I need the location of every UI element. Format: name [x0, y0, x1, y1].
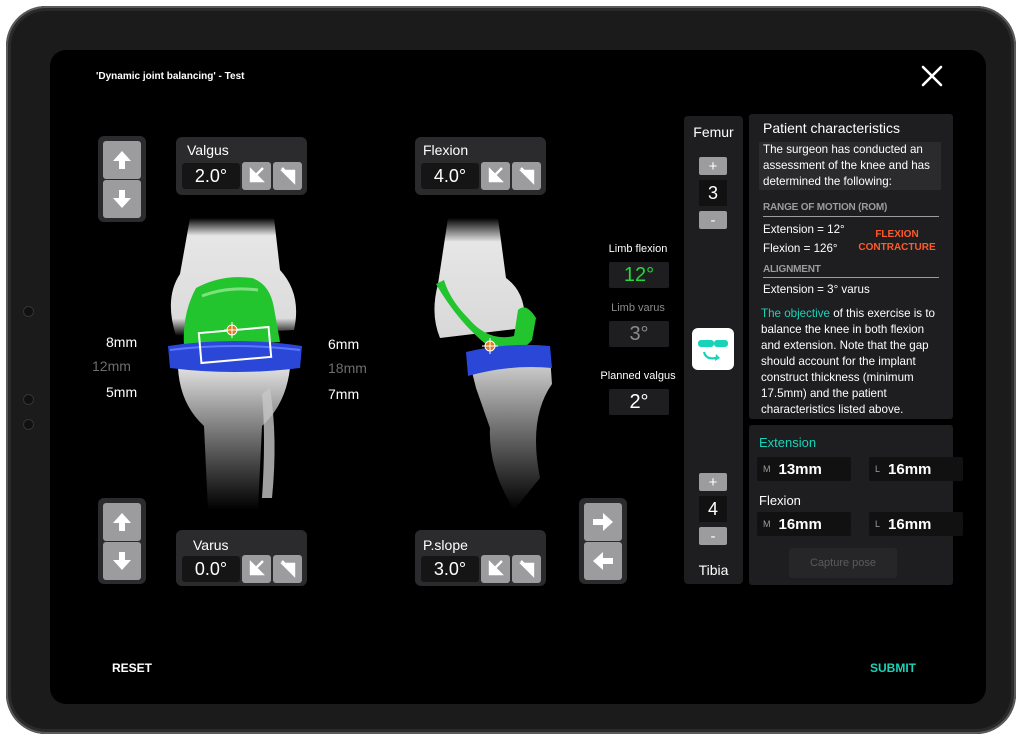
side-sensor — [24, 395, 33, 404]
close-icon — [921, 65, 943, 87]
rotate-ccw-icon — [488, 167, 504, 183]
gap-right-total: 18mm — [328, 360, 367, 376]
gap-left-top: 8mm — [106, 334, 138, 350]
patient-characteristics-panel: Patient characteristics The surgeon has … — [749, 114, 953, 419]
arrow-up-icon — [113, 151, 131, 169]
rotate-ccw-icon — [249, 560, 265, 576]
pslope-label: P.slope — [423, 537, 468, 553]
flexion-label: Flexion — [423, 142, 469, 158]
tibia-minus-button[interactable]: - — [699, 527, 727, 545]
gap-left-total: 12mm — [92, 358, 131, 374]
limb-varus-label: Limb varus — [611, 302, 665, 314]
arrow-up-icon — [113, 513, 131, 531]
femur-label: Femur — [693, 124, 734, 140]
pslope-decrease-button[interactable] — [481, 555, 510, 583]
limb-flexion-label: Limb flexion — [608, 243, 668, 255]
femur-plus-button[interactable]: + — [699, 157, 727, 175]
flexion-control: Flexion 4.0° — [415, 137, 546, 195]
translate-vertical-bottom — [98, 498, 146, 584]
valgus-decrease-button[interactable] — [242, 162, 271, 190]
valgus-value: 2.0° — [182, 163, 240, 189]
translate-vertical-top — [98, 136, 146, 222]
arrow-right-icon — [593, 513, 613, 531]
move-right-button[interactable] — [584, 503, 622, 541]
valgus-label: Valgus — [187, 142, 229, 158]
capture-pose-button[interactable]: Capture pose — [789, 548, 897, 578]
limb-varus-value: 3° — [609, 321, 669, 347]
rom-flexion: Flexion = 126° — [763, 242, 838, 255]
valgus-control: Valgus 2.0° — [176, 137, 307, 195]
extension-lateral: L 16mm — [869, 457, 963, 481]
flexion-contracture-tag: FLEXION CONTRACTURE — [858, 229, 936, 253]
valgus-increase-button[interactable] — [273, 162, 302, 190]
pslope-control: P.slope 3.0° — [415, 530, 546, 586]
side-sensor — [24, 420, 33, 429]
tibia-label: Tibia — [698, 562, 729, 578]
pslope-increase-button[interactable] — [512, 555, 541, 583]
patient-title: Patient characteristics — [763, 120, 900, 136]
device-bezel: 'Dynamic joint balancing' - Test Valgus … — [6, 6, 1016, 734]
tibia-plus-button[interactable]: + — [699, 473, 727, 491]
varus-decrease-button[interactable] — [242, 555, 271, 583]
femur-value: 3 — [699, 180, 727, 206]
patient-intro: The surgeon has conducted an assessment … — [763, 143, 930, 188]
move-up-button[interactable] — [103, 503, 141, 541]
varus-value: 0.0° — [182, 556, 240, 582]
submit-button[interactable]: SUBMIT — [870, 661, 916, 675]
knee-front-view[interactable] — [162, 218, 308, 510]
knee-flex-icon — [698, 340, 728, 361]
extension-heading: Extension — [759, 435, 817, 450]
rotate-ccw-icon — [249, 167, 265, 183]
varus-label: Varus — [193, 537, 229, 553]
translate-horizontal — [579, 498, 627, 584]
arrow-left-icon — [593, 552, 613, 570]
move-down-button[interactable] — [103, 542, 141, 580]
limb-flexion-value: 12° — [609, 262, 669, 288]
pslope-value: 3.0° — [421, 556, 479, 582]
rotate-cw-icon — [518, 560, 534, 578]
gap-left-bottom: 5mm — [106, 384, 138, 400]
flexion-value: 4.0° — [421, 163, 479, 189]
gap-right-top: 6mm — [328, 336, 360, 352]
rotate-cw-icon — [279, 167, 295, 185]
reset-button[interactable]: RESET — [112, 661, 152, 675]
move-down-button[interactable] — [103, 180, 141, 218]
arrow-down-icon — [113, 190, 131, 208]
extension-medial: M 13mm — [757, 457, 851, 481]
gap-measurements-panel: Extension M 13mm L 16mm Flexion M 16mm L 16m… — [749, 425, 963, 585]
view-toggle-button[interactable] — [692, 328, 734, 370]
alignment-heading: ALIGNMENT — [763, 264, 821, 275]
arrow-down-icon — [113, 552, 131, 570]
varus-increase-button[interactable] — [273, 555, 302, 583]
close-button[interactable] — [916, 60, 948, 92]
rom-heading: RANGE OF MOTION (ROM) — [763, 202, 888, 213]
window-title: 'Dynamic joint balancing' - Test — [96, 71, 245, 82]
objective-text: The objective of this exercise is to bal… — [761, 307, 935, 416]
flexion-increase-button[interactable] — [512, 162, 541, 190]
move-up-button[interactable] — [103, 141, 141, 179]
tibia-value: 4 — [699, 496, 727, 522]
move-left-button[interactable] — [584, 542, 622, 580]
varus-control: Varus 0.0° — [176, 530, 307, 586]
rotate-ccw-icon — [488, 560, 504, 576]
femur-minus-button[interactable]: - — [699, 211, 727, 229]
alignment-value: Extension = 3° varus — [763, 283, 870, 296]
flexion-lateral: L 16mm — [869, 512, 963, 536]
rotate-cw-icon — [279, 560, 295, 578]
femur-tibia-column: Femur + 3 - + 4 - Tibia — [684, 116, 743, 584]
knee-side-view[interactable] — [428, 218, 568, 514]
objective-link[interactable]: The objective — [761, 307, 830, 320]
planned-valgus-label: Planned valgus — [600, 370, 676, 382]
flexion-medial: M 16mm — [757, 512, 851, 536]
planned-valgus-value: 2° — [609, 389, 669, 415]
side-sensor — [24, 307, 33, 316]
gap-right-bottom: 7mm — [328, 386, 360, 402]
rotate-cw-icon — [518, 167, 534, 185]
flexion-decrease-button[interactable] — [481, 162, 510, 190]
flexion-heading: Flexion — [759, 493, 801, 508]
rom-extension: Extension = 12° — [763, 223, 845, 236]
app-screen: 'Dynamic joint balancing' - Test Valgus … — [50, 50, 986, 704]
